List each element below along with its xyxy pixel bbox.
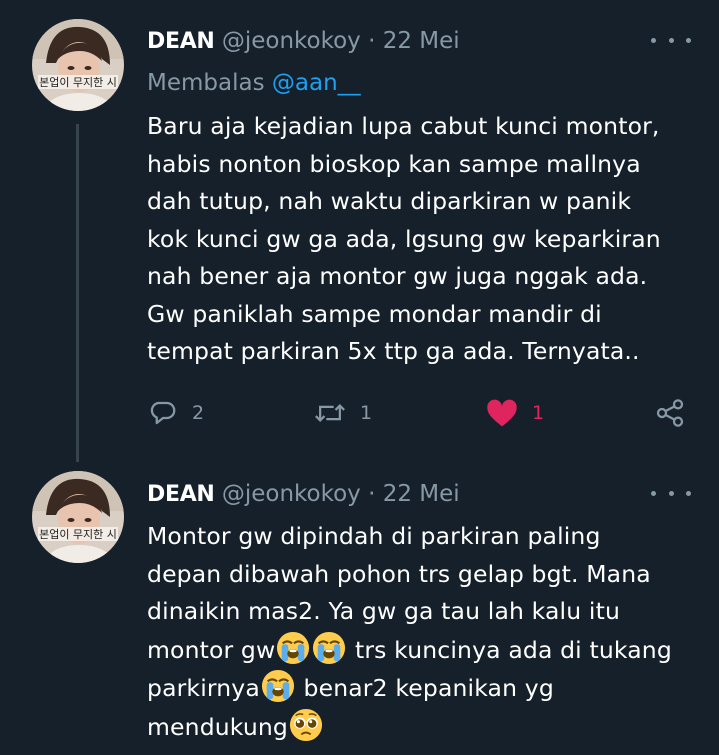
tweet-text-line: kok kunci gw ga ada, lgsung gw keparkira… (147, 224, 661, 253)
reply-prefix: Membalas (147, 70, 265, 96)
tweet-text-line: montor gw trs kuncinya ada di tukang (147, 631, 707, 670)
more-dots-icon[interactable] (651, 481, 691, 505)
tweet-text-line: habis nonton bioskop kan sampe mallnya (147, 149, 641, 178)
display-name[interactable]: DEAN (147, 29, 215, 54)
reply-context: Membalas @aan__ (147, 68, 361, 98)
loudly-crying-face-emoji (261, 669, 295, 703)
tweet-text-line: dah tutup, nah waktu diparkiran w panik (147, 187, 632, 215)
more-dots-icon[interactable] (651, 28, 691, 52)
tweet-header: DEAN @jeonkokoy · 22 Mei (147, 26, 460, 56)
tweet-text-line: dinaikin mas2. Ya gw ga tau lah kalu itu (147, 597, 620, 625)
tweet-text-line: Gw paniklah sampe mondar mandir di (147, 299, 602, 328)
tweet-date[interactable]: 22 Mei (383, 28, 460, 54)
tweet-text-line: nah bener aja montor gw juga nggak ada. (147, 262, 648, 290)
retweet-count: 1 (360, 402, 373, 424)
share-icon (656, 399, 684, 427)
heart-icon (487, 399, 517, 427)
pleading-face-emoji (289, 708, 323, 742)
retweet-button[interactable]: 1 (314, 395, 372, 431)
display-name[interactable]: DEAN (147, 482, 215, 507)
tweet-actions: 2 1 1 (0, 395, 719, 431)
tweet-text-line: Baru aja kejadian lupa cabut kunci monto… (147, 112, 660, 140)
loudly-crying-face-emoji (276, 631, 310, 665)
reply-button[interactable]: 2 (148, 395, 204, 431)
retweet-icon (315, 404, 345, 422)
separator: · (368, 481, 376, 507)
share-button[interactable] (654, 395, 686, 431)
separator: · (368, 28, 376, 54)
tweet-text-line: mendukung (147, 708, 707, 747)
reply-icon (150, 401, 176, 425)
tweet-text-line: parkirnya benar2 kepanikan yg (147, 669, 707, 708)
handle[interactable]: @jeonkokoy (222, 28, 361, 54)
loudly-crying-face-emoji (312, 631, 346, 665)
like-button[interactable]: 1 (486, 395, 544, 431)
tweet-text-line: tempat parkiran 5x ttp ga ada. Ternyata.… (147, 337, 640, 365)
tweet-text-fragment: mendukung (147, 712, 288, 741)
tweet-date[interactable]: 22 Mei (383, 481, 460, 507)
tweet-text-fragment: montor gw (147, 635, 276, 664)
like-count: 1 (532, 402, 545, 424)
handle[interactable]: @jeonkokoy (222, 481, 361, 507)
avatar[interactable] (32, 471, 124, 563)
reply-mention-link[interactable]: @aan__ (272, 70, 361, 96)
tweet-text-fragment: benar2 kepanikan yg (295, 674, 554, 702)
tweet-text-line: Montor gw dipindah di parkiran paling (147, 522, 601, 550)
tweet-text-line: depan dibawah pohon trs gelap bgt. Mana (147, 559, 651, 588)
tweet-text-fragment: trs kuncinya ada di tukang (347, 635, 672, 664)
tweet-header: DEAN @jeonkokoy · 22 Mei (147, 479, 460, 509)
tweet-text: Montor gw dipindah di parkiran paling de… (147, 518, 707, 746)
reply-count: 2 (192, 402, 205, 424)
tweet-text: Baru aja kejadian lupa cabut kunci monto… (147, 108, 707, 371)
avatar[interactable] (32, 19, 124, 111)
tweet-text-fragment: parkirnya (147, 674, 260, 702)
